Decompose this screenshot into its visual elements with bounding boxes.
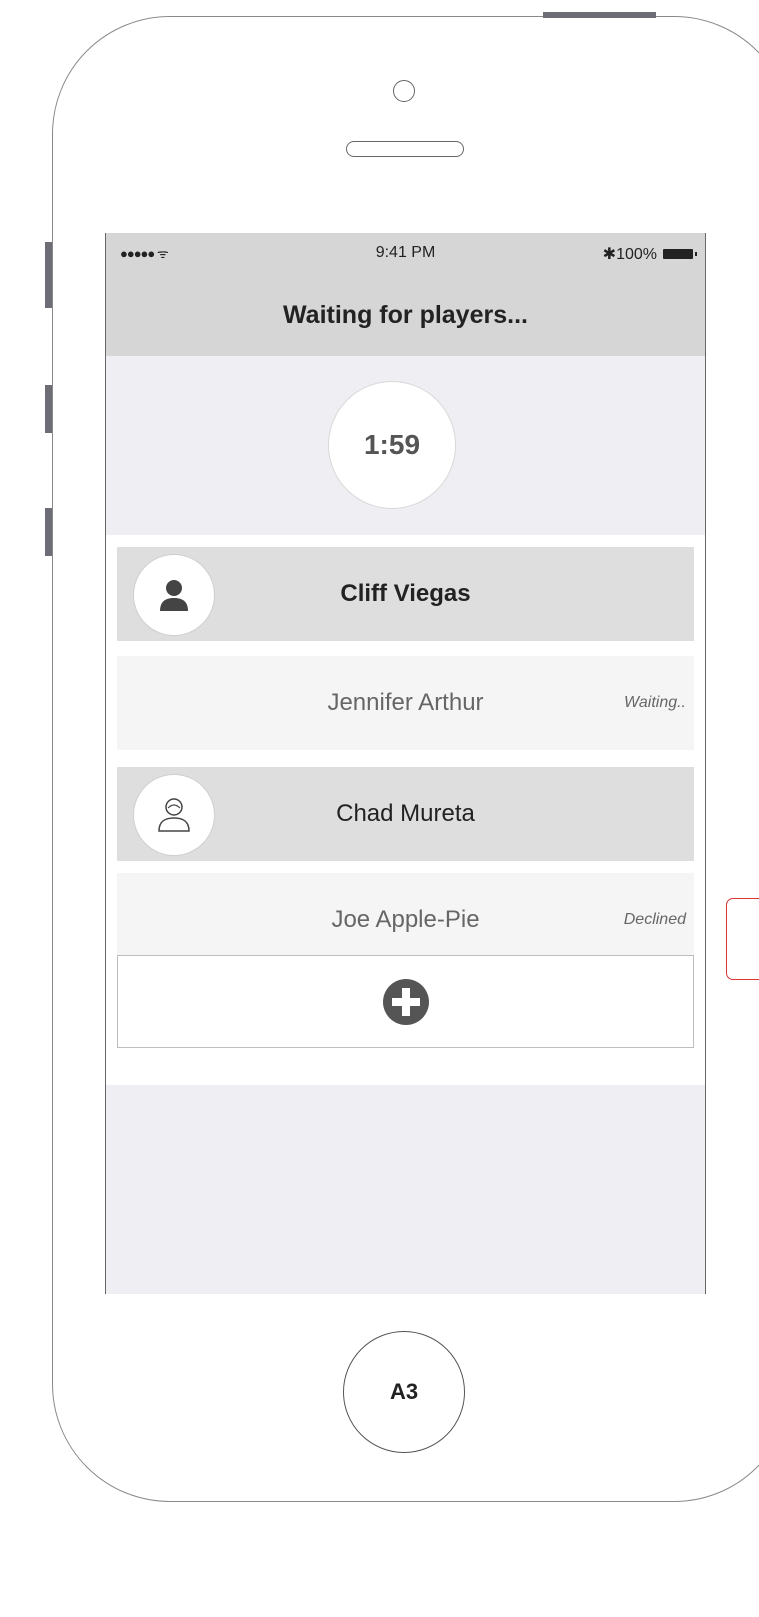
player-name: Cliff Viegas [340,580,471,607]
player-row-jennifer[interactable]: Jennifer Arthur Waiting.. [117,656,694,750]
home-button[interactable]: A3 [343,1331,465,1453]
screen: ●●●●● ᯤ 9:41 PM ✱100% Waiting for player… [105,233,706,1294]
player-list: Cliff Viegas Jennifer Arthur Waiting.. C… [106,535,705,1085]
battery-percentage: ✱100% [602,246,657,263]
player-row-cliff[interactable]: Cliff Viegas [117,547,694,641]
mute-switch [45,242,52,308]
annotation-marker [726,898,759,980]
player-row-joe[interactable]: Joe Apple-Pie Declined [117,873,694,967]
player-name: Chad Mureta [336,800,475,827]
page-title: Waiting for players... [106,275,705,356]
player-name: Jennifer Arthur [327,689,484,716]
player-name: Joe Apple-Pie [331,906,480,933]
plus-circle-icon [382,978,429,1025]
player-status: Waiting.. [624,694,686,711]
player-row-chad[interactable]: Chad Mureta [117,767,694,861]
front-camera [393,80,415,102]
volume-up-button [45,385,52,433]
countdown-timer: 1:59 [328,381,456,509]
status-bar: ●●●●● ᯤ 9:41 PM ✱100% [106,233,705,275]
player-status: Declined [623,911,686,928]
volume-down-button [45,508,52,556]
add-player-button[interactable] [117,955,694,1048]
power-button [543,12,656,18]
battery-icon [663,249,697,259]
earpiece-speaker [346,141,464,157]
battery-indicator: ✱100% [602,244,697,264]
